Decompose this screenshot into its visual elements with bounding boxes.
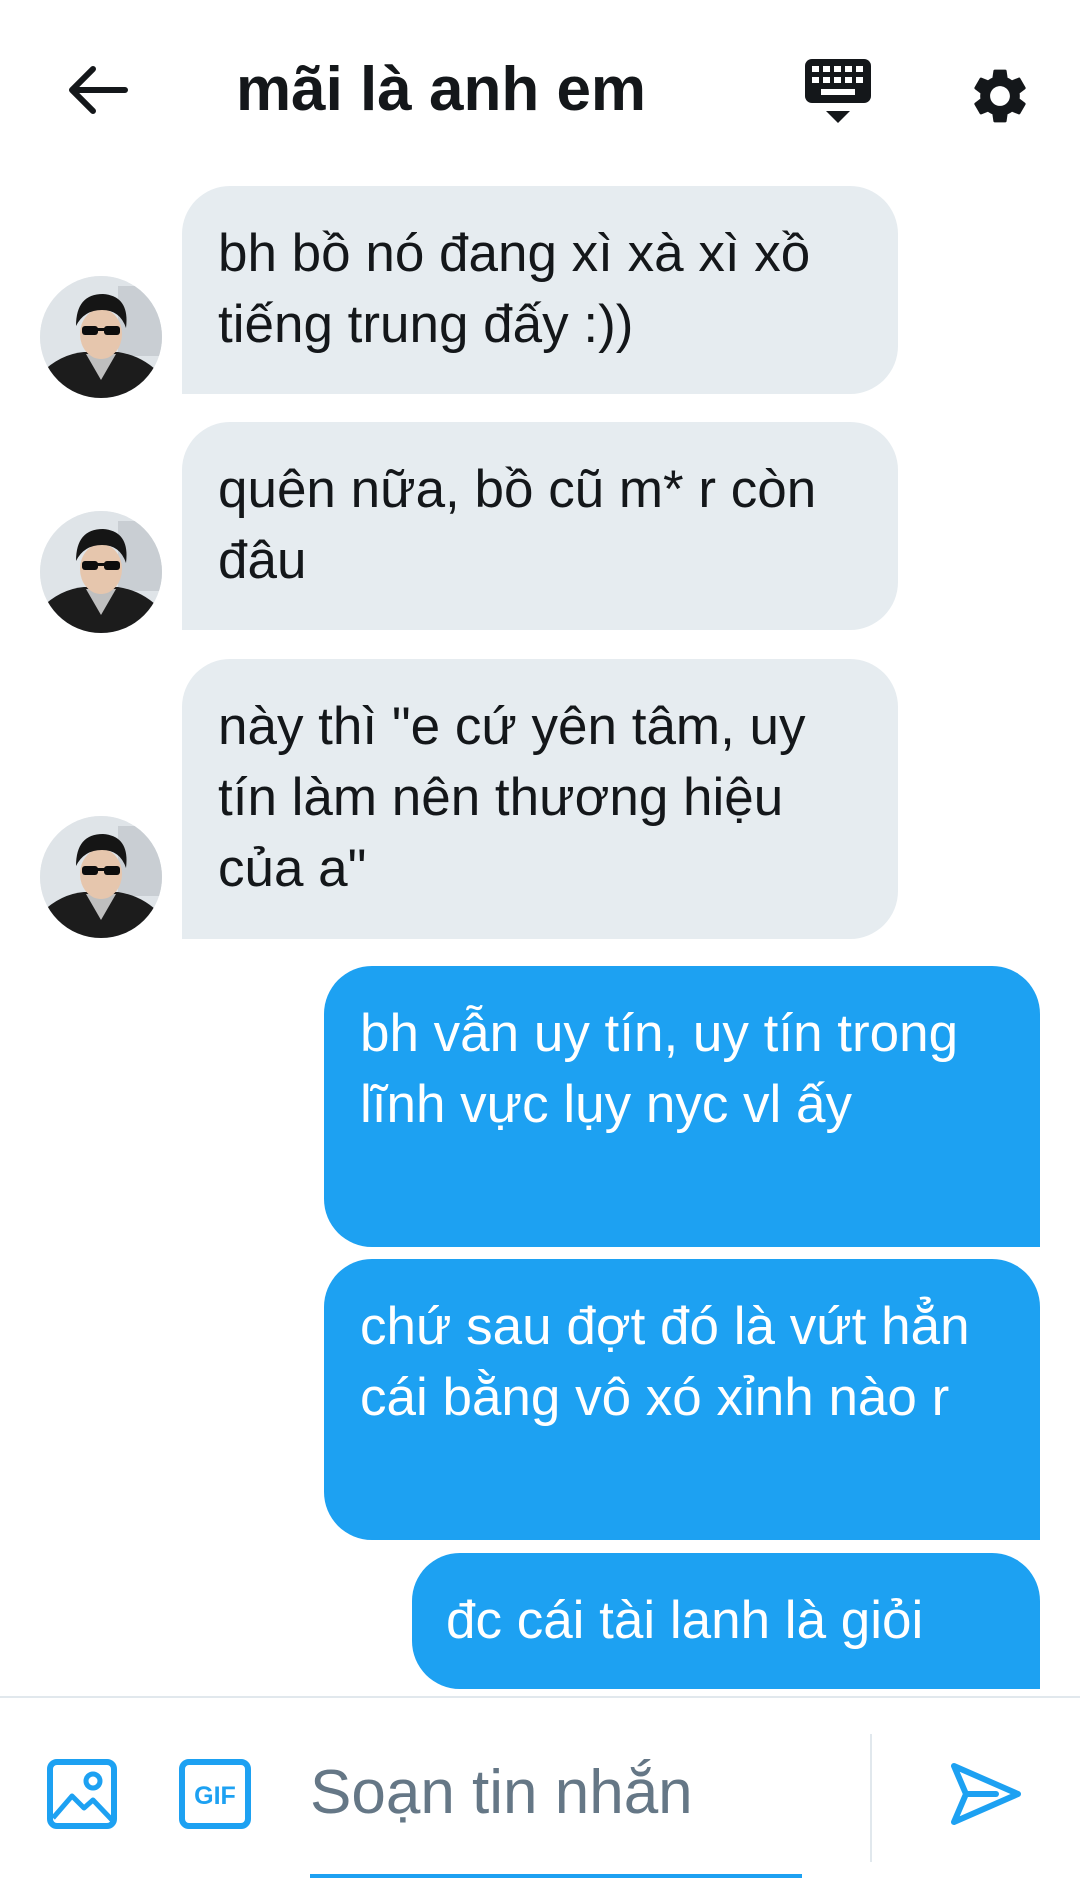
message-bubble-incoming[interactable]: bh bồ nó đang xì xà xì xồ tiếng trung đấ…	[182, 186, 898, 394]
gif-label: GIF	[194, 1782, 236, 1810]
avatar[interactable]	[40, 511, 162, 633]
profile-photo	[40, 816, 162, 938]
add-gif-button[interactable]: GIF	[178, 1758, 252, 1830]
message-bubble-incoming[interactable]: quên nữa, bồ cũ m* r còn đâu	[182, 422, 898, 630]
gif-icon: GIF	[179, 1759, 251, 1829]
send-button[interactable]	[946, 1754, 1026, 1834]
image-icon	[47, 1759, 117, 1829]
conversation-screen: mãi là anh em bh bồ nó đang xì xà xì xồ …	[0, 0, 1080, 1888]
message-composer: GIF	[0, 1696, 1080, 1888]
avatar[interactable]	[40, 276, 162, 398]
message-list: bh bồ nó đang xì xà xì xồ tiếng trung đấ…	[0, 0, 1080, 1700]
message-bubble-outgoing[interactable]: bh vẫn uy tín, uy tín trong lĩnh vực lụy…	[324, 966, 1040, 1247]
input-focus-underline	[310, 1874, 802, 1878]
profile-photo	[40, 511, 162, 633]
send-icon	[951, 1763, 1021, 1825]
message-bubble-incoming[interactable]: này thì "e cứ yên tâm, uy tín làm nên th…	[182, 659, 898, 939]
composer-divider	[870, 1734, 872, 1862]
profile-photo	[40, 276, 162, 398]
add-photo-button[interactable]	[46, 1758, 118, 1830]
avatar[interactable]	[40, 816, 162, 938]
message-bubble-outgoing[interactable]: đc cái tài lanh là giỏi	[412, 1553, 1040, 1689]
message-input[interactable]	[310, 1742, 800, 1842]
message-bubble-outgoing[interactable]: chứ sau đợt đó là vứt hẳn cái bằng vô xó…	[324, 1259, 1040, 1540]
